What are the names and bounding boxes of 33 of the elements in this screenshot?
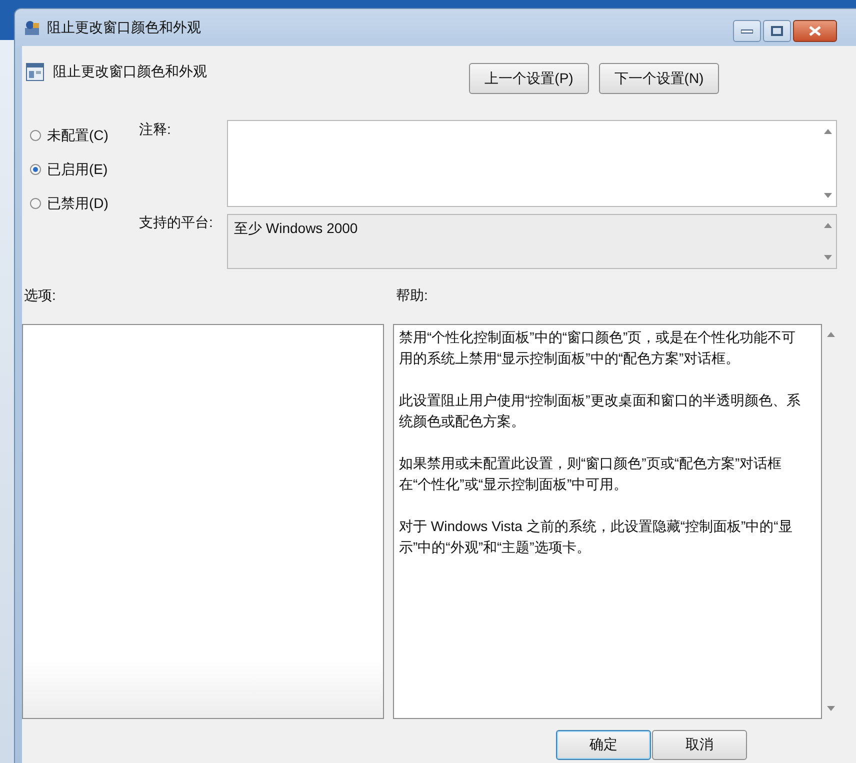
scroll-down-icon[interactable] [824, 255, 832, 260]
radio-option[interactable]: 已禁用(D) [30, 194, 108, 213]
scroll-down-icon[interactable] [824, 193, 832, 198]
scroll-up-icon[interactable] [826, 332, 834, 337]
maximize-icon [771, 26, 783, 36]
setting-icon [26, 63, 44, 81]
close-icon [809, 26, 821, 36]
radio-option[interactable]: 已启用(E) [30, 160, 108, 179]
platform-label: 支持的平台: [139, 214, 213, 232]
policy-icon [23, 20, 41, 36]
comment-field[interactable] [227, 120, 837, 207]
nav-button[interactable]: 上一个设置(P) [469, 63, 589, 94]
help-paragraph: 对于 Windows Vista 之前的系统，此设置隐藏“控制面板”中的“显示”中的“外观”和“主题”选项卡。 [399, 517, 794, 557]
scroll-up-icon[interactable] [824, 223, 832, 228]
ok-button[interactable]: 确定 [556, 730, 651, 760]
close-button[interactable] [793, 20, 837, 42]
minimize-icon [741, 28, 753, 34]
help-paragraph: 此设置阻止用户使用“控制面板”更改桌面和窗口的半透明颜色、系统颜色或配色方案。 [399, 391, 802, 431]
scroll-down-icon[interactable] [826, 706, 834, 711]
comment-label: 注释: [139, 121, 171, 139]
help-paragraph: 禁用“个性化控制面板”中的“窗口颜色”页，或是在个性化功能不可用的系统上禁用“显示控制面板”中的“配色方案”对话框。 [399, 328, 797, 368]
nav-button[interactable]: 下一个设置(N) [599, 63, 719, 94]
scroll-up-icon[interactable] [824, 129, 832, 134]
radio-option[interactable]: 未配置(C) [30, 126, 108, 145]
cancel-button[interactable]: 取消 [652, 730, 747, 760]
window-title: 阻止更改窗口颜色和外观 [47, 19, 201, 37]
help-paragraph: 如果禁用或未配置此设置，则“窗口颜色”页或“配色方案”对话框在“个性化”或“显示控制面板”中可用。 [399, 454, 783, 494]
help-label: 帮助: [396, 287, 428, 305]
setting-title: 阻止更改窗口颜色和外观 [53, 63, 207, 81]
platform-field: 至少 Windows 2000 [227, 214, 837, 269]
minimize-button[interactable] [733, 20, 761, 42]
maximize-button[interactable] [763, 20, 791, 42]
options-label: 选项: [24, 287, 56, 305]
